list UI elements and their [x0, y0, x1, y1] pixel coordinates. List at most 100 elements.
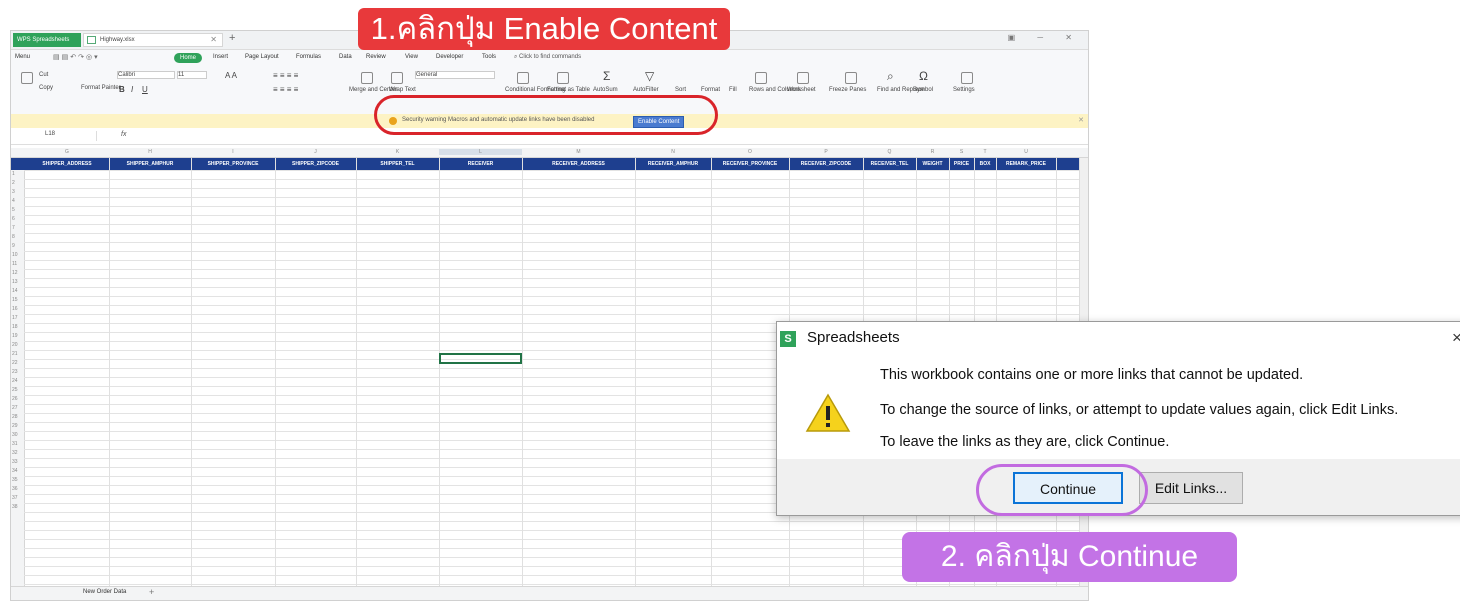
- tab-formulas[interactable]: Formulas: [296, 54, 321, 60]
- column-letter[interactable]: Q: [863, 149, 916, 155]
- filter-icon[interactable]: ▽: [645, 69, 654, 83]
- column-letter[interactable]: L: [439, 149, 522, 155]
- row-number[interactable]: 4: [12, 198, 15, 204]
- quick-access-icons[interactable]: ▤▤↶↷◎▾: [53, 53, 100, 61]
- row-number[interactable]: 30: [12, 432, 18, 438]
- row-number[interactable]: 11: [12, 261, 17, 267]
- window-controls[interactable]: ▣ ─ ✕: [1008, 33, 1082, 42]
- close-bar-icon[interactable]: ✕: [1078, 116, 1084, 124]
- format-label[interactable]: Format: [701, 87, 720, 93]
- row-number[interactable]: 38: [12, 504, 18, 510]
- header-cell[interactable]: RECEIVER: [439, 158, 522, 170]
- header-cell[interactable]: SHIPPER_ZIPCODE: [275, 158, 356, 170]
- row-number[interactable]: 6: [12, 216, 15, 222]
- row-number[interactable]: 8: [12, 234, 15, 240]
- column-letter[interactable]: R: [916, 149, 949, 155]
- header-cell[interactable]: PRICE: [949, 158, 974, 170]
- header-cell[interactable]: REMARK_PRICE: [996, 158, 1056, 170]
- header-cell[interactable]: RECEIVER_ADDRESS: [522, 158, 635, 170]
- row-number[interactable]: 22: [12, 360, 18, 366]
- fill-label[interactable]: Fill: [729, 87, 737, 93]
- wrap-text-icon[interactable]: [391, 72, 403, 84]
- row-number[interactable]: 32: [12, 450, 18, 456]
- cut-button[interactable]: Cut: [39, 72, 48, 78]
- find-icon[interactable]: ⌕: [887, 69, 894, 84]
- row-number[interactable]: 25: [12, 387, 18, 393]
- header-cell[interactable]: SHIPPER_PROVINCE: [191, 158, 275, 170]
- header-cell[interactable]: SHIPPER_ADDRESS: [25, 158, 109, 170]
- header-cell[interactable]: BOX: [974, 158, 996, 170]
- row-number[interactable]: 31: [12, 441, 18, 447]
- new-tab-icon[interactable]: +: [229, 32, 235, 44]
- rows-columns-icon[interactable]: [755, 72, 767, 84]
- column-letter[interactable]: P: [789, 149, 863, 155]
- format-table-icon[interactable]: [557, 72, 569, 84]
- settings-icon[interactable]: [961, 72, 973, 84]
- app-tab[interactable]: WPS Spreadsheets: [13, 33, 81, 47]
- row-number[interactable]: 7: [12, 225, 15, 231]
- bold-icon[interactable]: B: [119, 85, 125, 94]
- row-number[interactable]: 15: [12, 297, 18, 303]
- row-number[interactable]: 19: [12, 333, 18, 339]
- document-tab[interactable]: Highway.xlsx ✕: [83, 33, 223, 47]
- row-number[interactable]: 37: [12, 495, 18, 501]
- row-number[interactable]: 12: [12, 270, 18, 276]
- column-letter[interactable]: O: [711, 149, 789, 155]
- number-format-select[interactable]: General: [415, 71, 495, 79]
- header-cell[interactable]: RECEIVER_PROVINCE: [711, 158, 789, 170]
- header-cell[interactable]: WEIGHT: [916, 158, 949, 170]
- column-letter[interactable]: G: [25, 149, 109, 155]
- command-search[interactable]: ⌕ Click to find commands: [514, 54, 581, 61]
- column-letter[interactable]: U: [996, 149, 1056, 155]
- function-icon[interactable]: fx: [121, 131, 126, 138]
- row-number[interactable]: 26: [12, 396, 18, 402]
- italic-icon[interactable]: I: [131, 85, 133, 94]
- row-number[interactable]: 28: [12, 414, 18, 420]
- sheet-tab[interactable]: New Order Data: [83, 589, 126, 595]
- align-icons[interactable]: ≡ ≡ ≡ ≡: [273, 71, 298, 80]
- align-icons-2[interactable]: ≡ ≡ ≡ ≡: [273, 85, 298, 94]
- conditional-formatting-icon[interactable]: [517, 72, 529, 84]
- row-number[interactable]: 10: [12, 252, 18, 258]
- freeze-panes-icon[interactable]: [845, 72, 857, 84]
- row-number[interactable]: 24: [12, 378, 18, 384]
- tab-tools[interactable]: Tools: [482, 54, 496, 60]
- column-letter[interactable]: N: [635, 149, 711, 155]
- tab-developer[interactable]: Developer: [436, 54, 463, 60]
- paste-icon[interactable]: [21, 72, 33, 84]
- row-number[interactable]: 5: [12, 207, 15, 213]
- tab-view[interactable]: View: [405, 54, 418, 60]
- header-cell[interactable]: SHIPPER_TEL: [356, 158, 439, 170]
- header-cell[interactable]: SHIPPER_AMPHUR: [109, 158, 191, 170]
- row-number[interactable]: 1: [12, 171, 15, 177]
- worksheet-icon[interactable]: [797, 72, 809, 84]
- merge-center-icon[interactable]: [361, 72, 373, 84]
- row-number[interactable]: 27: [12, 405, 18, 411]
- name-box[interactable]: L18: [15, 131, 97, 141]
- close-tab-icon[interactable]: ✕: [210, 34, 217, 46]
- row-number[interactable]: 36: [12, 486, 18, 492]
- row-number[interactable]: 33: [12, 459, 18, 465]
- underline-icon[interactable]: U: [142, 85, 148, 94]
- autosum-icon[interactable]: Σ: [603, 69, 610, 83]
- tab-review[interactable]: Review: [366, 54, 386, 60]
- add-sheet-icon[interactable]: +: [149, 587, 154, 597]
- row-number[interactable]: 18: [12, 324, 18, 330]
- row-number[interactable]: 16: [12, 306, 18, 312]
- row-number[interactable]: 2: [12, 180, 15, 186]
- column-letter[interactable]: I: [191, 149, 275, 155]
- column-letter[interactable]: J: [275, 149, 356, 155]
- header-cell[interactable]: RECEIVER_TEL: [863, 158, 916, 170]
- column-letter[interactable]: S: [949, 149, 974, 155]
- row-number[interactable]: 17: [12, 315, 18, 321]
- header-cell[interactable]: RECEIVER_ZIPCODE: [789, 158, 863, 170]
- tab-home[interactable]: Home: [174, 53, 202, 63]
- row-number[interactable]: 21: [12, 351, 18, 357]
- column-letter[interactable]: K: [356, 149, 439, 155]
- selected-cell[interactable]: [439, 353, 522, 364]
- edit-links-button[interactable]: Edit Links...: [1139, 472, 1243, 504]
- column-letter[interactable]: T: [974, 149, 996, 155]
- copy-button[interactable]: Copy: [39, 85, 53, 91]
- row-number[interactable]: 3: [12, 189, 15, 195]
- font-grow-icon[interactable]: A A: [225, 71, 237, 80]
